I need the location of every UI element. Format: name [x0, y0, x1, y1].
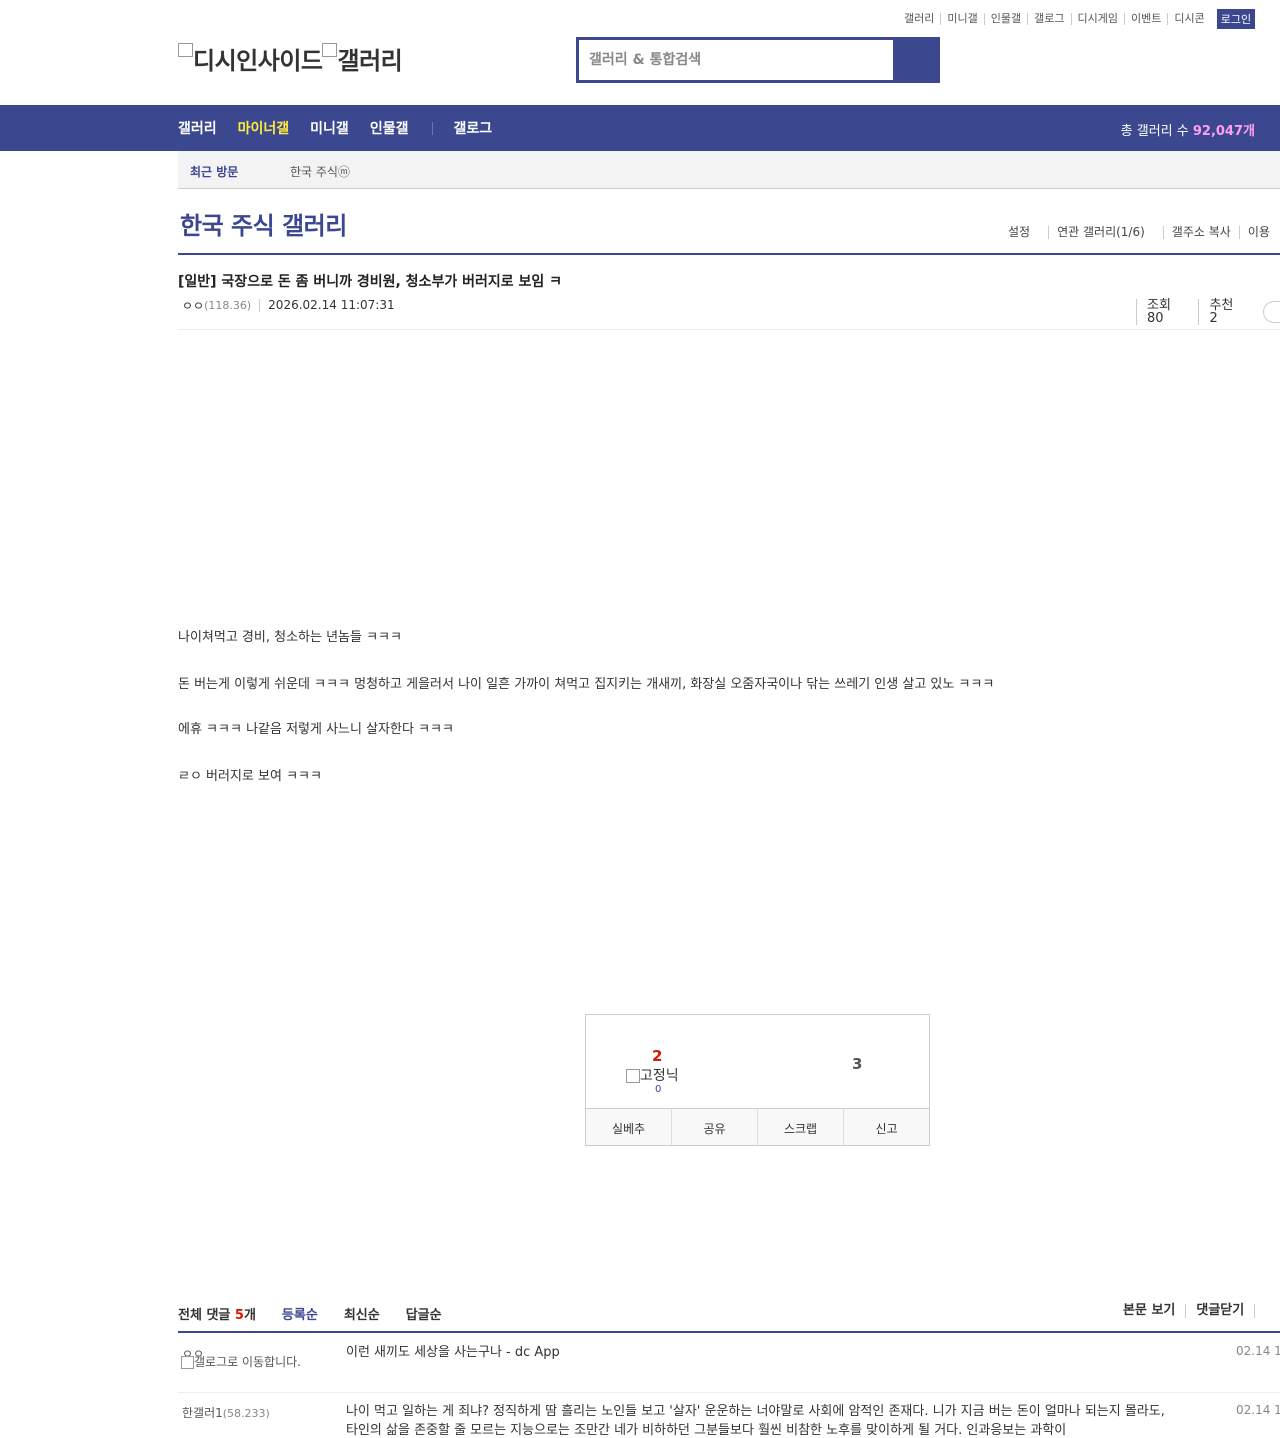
nav-gallog[interactable]: 갤로그 [453, 118, 492, 138]
comment-date: 02.14 11 [1236, 1344, 1280, 1358]
top-link-dcgame[interactable]: 디시게임 [1070, 13, 1124, 25]
comment-text: 이런 새끼도 세상을 사는구나 - dc App [346, 1345, 560, 1360]
top-link-persongall[interactable]: 인물갤 [983, 13, 1027, 25]
post-date: 2026.02.14 11:07:31 [259, 299, 395, 312]
nav-minigall[interactable]: 미니갤 [310, 118, 349, 138]
comments-action-divider [1254, 1304, 1275, 1318]
post-body-line: 돈 버는게 이렇게 쉬운데 ㅋㅋㅋ 멍청하고 게을러서 나이 일흔 가까이 쳐먹… [178, 677, 995, 692]
comment-item: 한갤러1(58.233) 나이 먹고 일하는 게 죄냐? 정직하게 땀 흘리는 … [178, 1402, 1280, 1438]
post-recommends: 추천 2 [1198, 299, 1253, 325]
recent-visit-item-label: 한국 주식 [290, 165, 338, 179]
logo-section-text: 갤러리 [337, 47, 403, 75]
share-button[interactable]: 공유 [671, 1109, 757, 1145]
comment-author[interactable]: 한갤러1(58.233) [182, 1404, 270, 1421]
report-button[interactable]: 신고 [843, 1109, 929, 1145]
gallery-total-label: 총 갤러리 수 [1120, 124, 1189, 139]
related-gallery-link[interactable]: 연관 갤러리(1/6) [1048, 226, 1153, 239]
usage-link[interactable]: 이용 [1238, 226, 1278, 239]
nav-persongall[interactable]: 인물갤 [370, 118, 409, 138]
gallery-total-count: 총 갤러리 수 92,047개 [1121, 120, 1255, 139]
top-link-event[interactable]: 이벤트 [1123, 13, 1167, 25]
sort-replies[interactable]: 답글순 [406, 1304, 442, 1323]
gallery-title[interactable]: 한국 주식 갤러리 [180, 206, 347, 241]
search-input[interactable] [579, 40, 893, 80]
recent-visit-item[interactable]: 한국 주식ⓜ [290, 163, 350, 180]
post-more-button[interactable] [1263, 301, 1280, 323]
comments-total: 전체 댓글 5개 [178, 1304, 256, 1323]
comments-divider [178, 1331, 1280, 1333]
top-link-gallery[interactable]: 갤러리 [898, 13, 940, 25]
top-link-gallog[interactable]: 갤로그 [1027, 13, 1070, 25]
post-counts: 조회 80 추천 2 [1136, 299, 1280, 325]
post-meta: ㅇㅇ (118.36) 2026.02.14 11:07:31 [182, 297, 395, 314]
top-links: 갤러리 미니갤 인물갤 갤로그 디시게임 이벤트 디시콘 로그인 [898, 9, 1256, 29]
gallery-tools: 설정 연관 갤러리(1/6) 갤주소 복사 이용 [1000, 226, 1278, 239]
comment-text: 나이 먹고 일하는 게 죄냐? 정직하게 땀 흘리는 노인들 보고 '살자' 운… [346, 1404, 1165, 1438]
fixed-nick-recommend: 고정닉 [626, 1065, 679, 1085]
copy-gallery-address-link[interactable]: 갤주소 복사 [1162, 226, 1239, 239]
site-logo[interactable]: 디시인사이드 갤러리 [178, 41, 403, 76]
nav-gallery[interactable]: 갤러리 [178, 118, 217, 138]
sort-latest[interactable]: 최신순 [344, 1304, 380, 1323]
scrap-button[interactable]: 스크랩 [757, 1109, 843, 1145]
fixed-nick-label: 고정닉 [640, 1068, 679, 1084]
global-nav: 갤러리 마이너갤 미니갤 인물갤 갤로그 총 갤러리 수 92,047개 [0, 105, 1280, 151]
comment-date: 02.14 11 [1236, 1403, 1280, 1417]
post-body-line: 나이쳐먹고 경비, 청소하는 년놈들 ㅋㅋㅋ [178, 630, 402, 645]
recent-visits: 최근 방문 한국 주식ⓜ [178, 151, 1280, 189]
top-link-dccon[interactable]: 디시콘 [1167, 13, 1210, 25]
comments-actions: 본문 보기 댓글닫기 [1123, 1304, 1275, 1318]
broken-image-icon [322, 43, 338, 57]
recommend-box: 2 고정닉 0 3 실베추 공유 스크랩 신고 [585, 1014, 930, 1146]
search-button[interactable] [893, 40, 937, 80]
logo-site-text: 디시인사이드 [193, 47, 323, 75]
broken-image-icon [181, 1356, 194, 1369]
comment-item: ㅇㅇ 갤로그로 이동합니다. 이런 새끼도 세상을 사는구나 - dc App … [178, 1343, 1280, 1393]
broken-image-icon [178, 43, 193, 57]
recent-visits-title[interactable]: 최근 방문 [190, 163, 238, 180]
top-link-minigall[interactable]: 미니갤 [940, 13, 983, 25]
recommend-down-count[interactable]: 3 [852, 1055, 862, 1073]
gallog-link[interactable]: 갤로그로 이동합니다. [181, 1356, 311, 1369]
fixed-nick-count: 0 [655, 1084, 662, 1095]
recommend-actions: 실베추 공유 스크랩 신고 [586, 1108, 929, 1145]
gallery-settings-link[interactable]: 설정 [1000, 226, 1038, 239]
nav-divider [432, 121, 434, 135]
close-comments-link[interactable]: 댓글닫기 [1185, 1304, 1254, 1318]
post-views: 조회 80 [1136, 299, 1198, 325]
view-body-link[interactable]: 본문 보기 [1123, 1304, 1185, 1318]
comment-author-nick: 한갤러1 [182, 1406, 223, 1420]
search-box [576, 37, 940, 83]
comments-header: 전체 댓글 5개 등록순 최신순 답글순 [178, 1304, 442, 1323]
broken-image-icon [626, 1069, 640, 1083]
comments-total-label: 전체 댓글 [178, 1308, 231, 1323]
login-button[interactable]: 로그인 [1216, 9, 1256, 29]
comments-total-count: 5 [234, 1308, 244, 1323]
comment-author-ip: (58.233) [222, 1407, 270, 1420]
post-body-line: ㄹㅇ 버러지로 보여 ㅋㅋㅋ [178, 769, 322, 784]
post-header-divider [178, 329, 1280, 330]
recommend-up-count[interactable]: 2 [652, 1047, 662, 1065]
nav-minorgall[interactable]: 마이너갤 [238, 118, 290, 138]
gallery-title-divider [178, 253, 1280, 255]
silbe-recommend-button[interactable]: 실베추 [586, 1109, 671, 1145]
gallog-alt-text: 갤로그로 이동합니다. [194, 1355, 301, 1369]
sort-registered[interactable]: 등록순 [282, 1304, 318, 1323]
minor-badge-icon: ⓜ [337, 165, 350, 179]
post-author[interactable]: ㅇㅇ [182, 297, 204, 314]
gallery-total-value: 92,047개 [1192, 124, 1255, 139]
post-author-ip: (118.36) [204, 299, 252, 312]
post-title: [일반] 국장으로 돈 좀 버니까 경비원, 청소부가 버러지로 보임 ㅋ [178, 274, 562, 290]
comments-total-unit: 개 [243, 1308, 256, 1323]
post-body-line: 에휴 ㅋㅋㅋ 나같음 저렇게 사느니 살자한다 ㅋㅋㅋ [178, 722, 454, 737]
